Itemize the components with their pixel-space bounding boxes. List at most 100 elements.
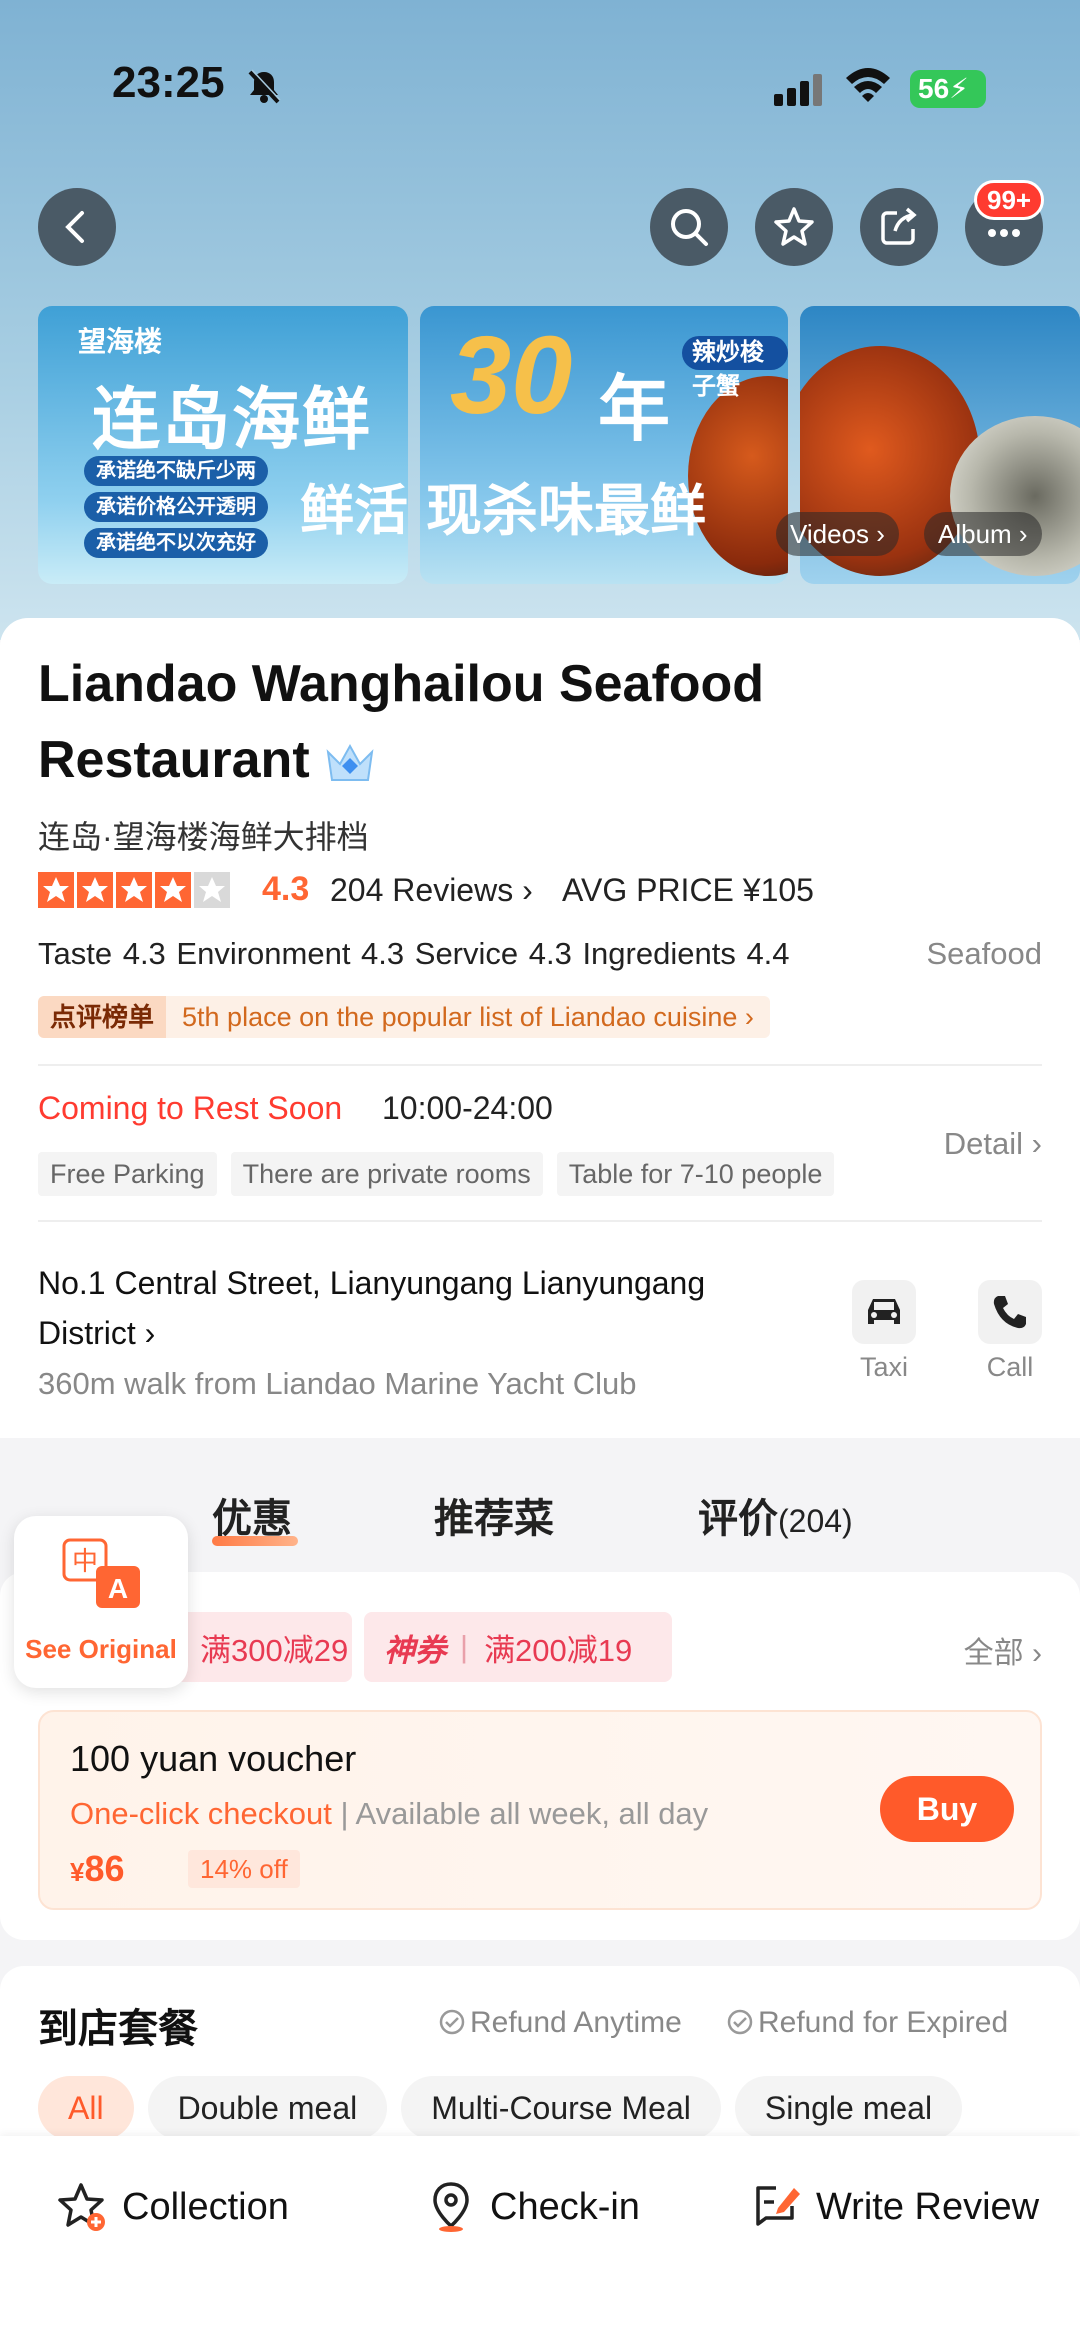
bottom-action-bar: Collection Check-in Write Review xyxy=(0,2136,1080,2348)
divider xyxy=(38,1220,1042,1222)
tab-recommended-dishes[interactable]: 推荐菜 xyxy=(434,1486,554,1544)
reviews-count: 204 Reviews xyxy=(330,872,514,908)
banner-number: 30 xyxy=(450,314,573,437)
package-filter-chips: All Double meal Multi-Course Meal Single… xyxy=(38,2076,963,2140)
checkin-button[interactable]: Check-in xyxy=(424,2180,640,2234)
banner-slogan: 现杀味最鲜 xyxy=(426,479,706,542)
chip-single-meal[interactable]: Single meal xyxy=(734,2076,963,2140)
notification-badge: 99+ xyxy=(974,180,1045,220)
address-link[interactable]: No.1 Central Street, Lianyungang Lianyun… xyxy=(38,1258,798,1358)
restaurant-title: Liandao Wanghailou Seafood Restaurant xyxy=(38,646,1048,798)
voucher-title: 100 yuan voucher xyxy=(70,1738,357,1779)
open-status: Coming to Rest Soon xyxy=(38,1090,343,1126)
active-tab-indicator xyxy=(212,1536,298,1546)
address-text: No.1 Central Street, Lianyungang Lianyun… xyxy=(38,1265,706,1351)
cellular-signal-icon xyxy=(774,74,822,106)
all-coupons-link[interactable]: 全部 › xyxy=(964,1628,1042,1672)
car-icon xyxy=(868,1299,900,1324)
rating-score: 4.3 xyxy=(262,870,310,908)
collection-button[interactable]: Collection xyxy=(56,2180,289,2234)
ranking-badge: 点评榜单 xyxy=(38,996,167,1038)
phone-icon xyxy=(993,1296,1026,1329)
all-label: 全部 xyxy=(963,1637,1024,1670)
voucher-checkout: One-click checkout xyxy=(70,1796,332,1831)
voucher-availability: Available all week, all day xyxy=(355,1796,709,1831)
coupon-separator: | xyxy=(460,1629,469,1664)
see-original-button[interactable]: 中 A See Original xyxy=(14,1516,188,1688)
buy-button[interactable]: Buy xyxy=(880,1776,1014,1842)
call-button[interactable] xyxy=(978,1280,1042,1344)
sub-scores: Taste 4.3 Environment 4.3 Service 4.3 In… xyxy=(38,936,790,971)
banner-promise: 承诺价格公开透明 xyxy=(84,492,268,522)
detail-link[interactable]: Detail › xyxy=(944,1126,1042,1162)
battery-indicator: 56⚡ xyxy=(910,70,986,108)
refund-expired: Refund for Expired xyxy=(726,2006,1008,2040)
banner-logo: 望海楼 xyxy=(78,325,163,358)
banner-image-2[interactable]: 30 年 现杀味最鲜 辣炒梭子蟹 xyxy=(420,306,788,584)
check-circle-icon xyxy=(439,2009,465,2035)
coupon-text: 满200减19 xyxy=(484,1632,633,1668)
search-icon xyxy=(671,209,708,246)
status-time: 23:25 xyxy=(112,58,225,107)
collection-label: Collection xyxy=(122,2185,289,2228)
status-bar: 23:25 56⚡ xyxy=(0,0,1080,170)
package-title: 到店套餐 xyxy=(38,2007,198,2051)
voucher-card[interactable]: 100 yuan voucher One-click checkout | Av… xyxy=(38,1710,1042,1910)
currency-symbol: ¥ xyxy=(70,1857,85,1887)
write-review-label: Write Review xyxy=(816,2185,1040,2228)
share-button[interactable] xyxy=(860,188,938,266)
star-rating xyxy=(38,872,230,908)
divider xyxy=(38,1064,1042,1066)
write-review-button[interactable]: Write Review xyxy=(750,2180,1039,2234)
album-label: Album xyxy=(938,519,1012,549)
restaurant-info-card: Liandao Wanghailou Seafood Restaurant 连岛… xyxy=(0,618,1080,1438)
star-add-icon xyxy=(58,2183,105,2231)
videos-label: Videos xyxy=(790,519,870,549)
coupon-chip[interactable]: 神券 | 满200减19 xyxy=(364,1612,672,1682)
battery-level: 56 xyxy=(918,73,950,104)
opening-hours: 10:00-24:00 xyxy=(382,1090,553,1126)
discount-badge: 14% off xyxy=(188,1850,300,1888)
chip-all[interactable]: All xyxy=(38,2076,134,2140)
voucher-subtitle: One-click checkout | Available all week,… xyxy=(70,1796,708,1832)
facility-tag: Table for 7-10 people xyxy=(556,1152,835,1196)
search-button[interactable] xyxy=(650,188,728,266)
facility-tag: Free Parking xyxy=(38,1152,217,1196)
star-icon xyxy=(77,872,113,908)
back-button[interactable] xyxy=(38,188,116,266)
videos-button[interactable]: Videos › xyxy=(776,512,899,556)
ranking-pill[interactable]: 点评榜单 5th place on the popular list of Li… xyxy=(38,996,770,1038)
svg-text:中: 中 xyxy=(72,1547,98,1577)
walk-distance: 360m walk from Liandao Marine Yacht Club xyxy=(38,1366,637,1401)
banner-promise: 承诺绝不缺斤少两 xyxy=(84,456,268,486)
chip-multi-course[interactable]: Multi-Course Meal xyxy=(401,2076,721,2140)
see-original-label: See Original xyxy=(25,1634,177,1664)
refund-expired-label: Refund for Expired xyxy=(758,2006,1009,2039)
tab-reviews[interactable]: 评价(204) xyxy=(698,1486,853,1544)
diamond-crown-icon xyxy=(326,744,374,782)
bell-muted-icon xyxy=(248,69,281,104)
favorite-button[interactable] xyxy=(755,188,833,266)
avg-price: AVG PRICE ¥105 xyxy=(562,872,814,908)
tab-reviews-label: 评价 xyxy=(698,1497,778,1541)
ranking-text: 5th place on the popular list of Liandao… xyxy=(166,996,770,1038)
restaurant-name: Liandao Wanghailou Seafood Restaurant xyxy=(38,655,765,789)
chip-double-meal[interactable]: Double meal xyxy=(147,2076,388,2140)
cuisine-category: Seafood xyxy=(926,936,1043,971)
taxi-label: Taxi xyxy=(859,1352,908,1382)
album-button[interactable]: Album › xyxy=(924,512,1042,556)
wifi-icon xyxy=(846,68,890,102)
banner-line: 鲜活 xyxy=(300,481,408,541)
reviews-link[interactable]: 204 Reviews › xyxy=(330,872,533,909)
banner-image-1[interactable]: 望海楼 连岛海鲜 承诺绝不缺斤少两 承诺价格公开透明 承诺绝不以次充好 鲜活 xyxy=(38,306,408,584)
edit-review-icon xyxy=(756,2186,800,2226)
star-outline-icon xyxy=(774,207,814,246)
taxi-button[interactable] xyxy=(852,1280,916,1344)
chevron-left-icon xyxy=(65,211,84,243)
voucher-price: ¥86 xyxy=(70,1848,125,1890)
star-empty-icon xyxy=(194,872,230,908)
banner-headline: 连岛海鲜 xyxy=(92,382,373,458)
facility-tag: There are private rooms xyxy=(230,1152,543,1196)
share-icon xyxy=(881,207,917,245)
price-value: 86 xyxy=(84,1848,125,1889)
